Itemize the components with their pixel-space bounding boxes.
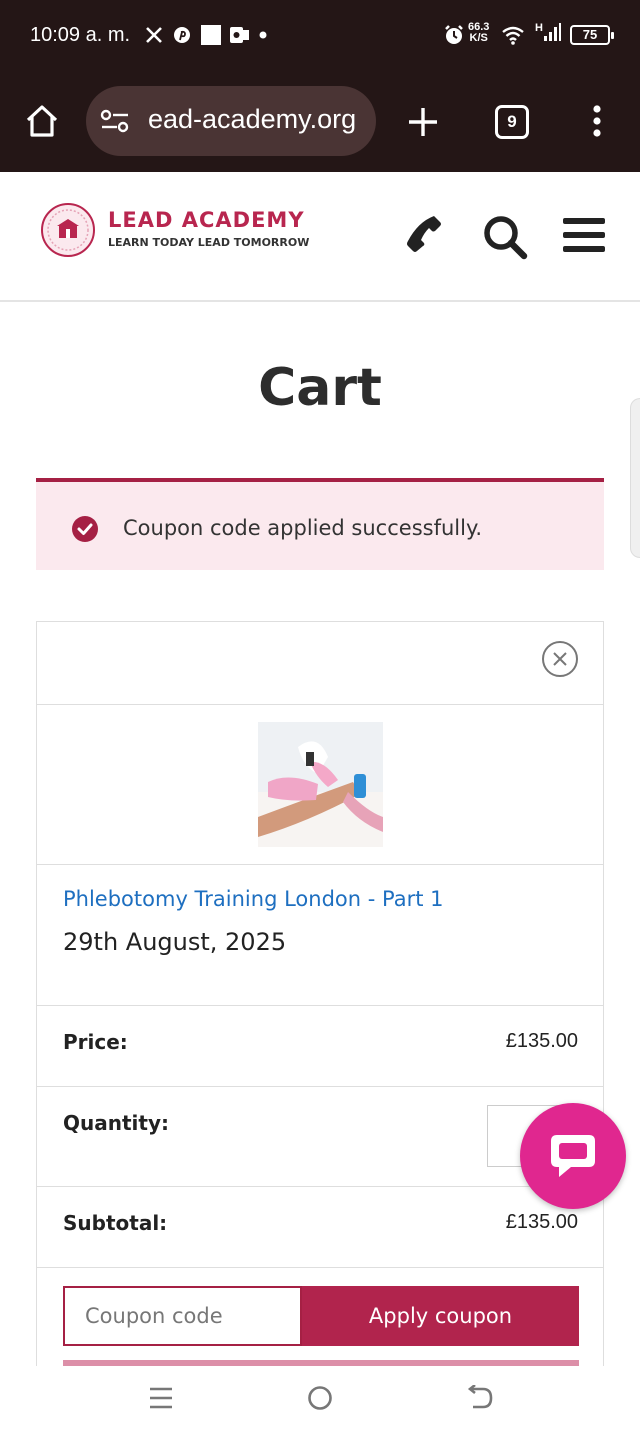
product-link[interactable]: Phlebotomy Training London - Part 1 bbox=[63, 887, 443, 911]
pinterest-icon bbox=[172, 22, 192, 48]
subtotal-label: Subtotal: bbox=[63, 1211, 168, 1235]
alarm-icon bbox=[442, 22, 466, 48]
cart-table: Phlebotomy Training London - Part 1 29th… bbox=[36, 621, 604, 1366]
product-thumbnail[interactable] bbox=[258, 722, 383, 847]
coupon-row: Coupon code Apply coupon bbox=[37, 1268, 603, 1367]
lead-academy-logo-icon[interactable] bbox=[40, 202, 96, 262]
hamburger-menu-icon[interactable] bbox=[563, 216, 605, 258]
chat-bubble-icon bbox=[551, 1135, 595, 1177]
site-settings-icon[interactable] bbox=[100, 108, 130, 138]
recent-apps-icon[interactable] bbox=[148, 1386, 174, 1414]
mail-app-icon bbox=[229, 22, 251, 48]
product-row: Phlebotomy Training London - Part 1 29th… bbox=[37, 865, 603, 1006]
network-type: H bbox=[535, 22, 543, 34]
product-date: 29th August, 2025 bbox=[63, 928, 287, 956]
page-title: Cart bbox=[258, 358, 382, 418]
wifi-icon bbox=[500, 22, 526, 48]
network-speed: 66.3 K/S bbox=[468, 22, 489, 44]
home-icon[interactable] bbox=[24, 104, 60, 142]
notice-message: Coupon code applied successfully. bbox=[123, 516, 483, 540]
success-notice: Coupon code applied successfully. bbox=[36, 478, 604, 570]
more-notifications-icon bbox=[258, 22, 268, 48]
close-icon bbox=[553, 652, 567, 666]
subtotal-row: Subtotal: £135.00 bbox=[37, 1187, 603, 1268]
remove-row bbox=[37, 622, 603, 705]
url-text[interactable]: ead-academy.org bbox=[148, 104, 356, 135]
price-row: Price: £135.00 bbox=[37, 1006, 603, 1087]
battery-level: 75 bbox=[582, 27, 598, 42]
new-tab-icon[interactable] bbox=[406, 105, 440, 143]
thumbnail-row bbox=[37, 705, 603, 865]
coupon-code-input[interactable]: Coupon code bbox=[63, 1286, 302, 1346]
quantity-row: Quantity: bbox=[37, 1087, 603, 1187]
brand-tagline: LEARN TODAY LEAD TOMORROW bbox=[108, 236, 310, 249]
speed-unit: K/S bbox=[469, 32, 488, 44]
back-icon[interactable] bbox=[467, 1383, 495, 1415]
chat-button[interactable] bbox=[520, 1103, 626, 1209]
brand-name[interactable]: LEAD ACADEMY bbox=[108, 208, 305, 232]
tab-switcher-button[interactable]: 9 bbox=[495, 105, 529, 139]
browser-menu-icon[interactable] bbox=[590, 104, 604, 142]
site-header bbox=[0, 172, 640, 302]
home-nav-icon[interactable] bbox=[307, 1385, 333, 1415]
subtotal-value: £135.00 bbox=[505, 1211, 578, 1233]
search-icon[interactable] bbox=[482, 214, 528, 264]
coupon-placeholder: Coupon code bbox=[85, 1304, 223, 1328]
check-circle-icon bbox=[72, 516, 98, 542]
status-time: 10:09 a. m. bbox=[30, 24, 131, 46]
browser-chrome: 10:09 a. m. 66.3 K/S H 75 ead-academy.or… bbox=[0, 0, 640, 172]
status-bar: 10:09 a. m. 66.3 K/S H 75 bbox=[0, 0, 640, 72]
apply-coupon-label: Apply coupon bbox=[368, 1304, 513, 1328]
side-edge-handle[interactable] bbox=[630, 398, 640, 558]
remove-item-button[interactable] bbox=[542, 641, 578, 677]
system-nav-bar bbox=[0, 1366, 640, 1433]
battery-indicator: 75 bbox=[570, 25, 614, 45]
app-square-icon bbox=[200, 22, 222, 48]
price-label: Price: bbox=[63, 1030, 128, 1054]
price-value: £135.00 bbox=[505, 1030, 578, 1052]
signal-icon: H bbox=[533, 22, 563, 48]
apply-coupon-button[interactable]: Apply coupon bbox=[302, 1286, 579, 1346]
tab-count: 9 bbox=[507, 112, 517, 131]
quantity-label: Quantity: bbox=[63, 1111, 169, 1135]
phone-icon[interactable] bbox=[404, 214, 444, 260]
x-app-icon bbox=[144, 22, 164, 48]
